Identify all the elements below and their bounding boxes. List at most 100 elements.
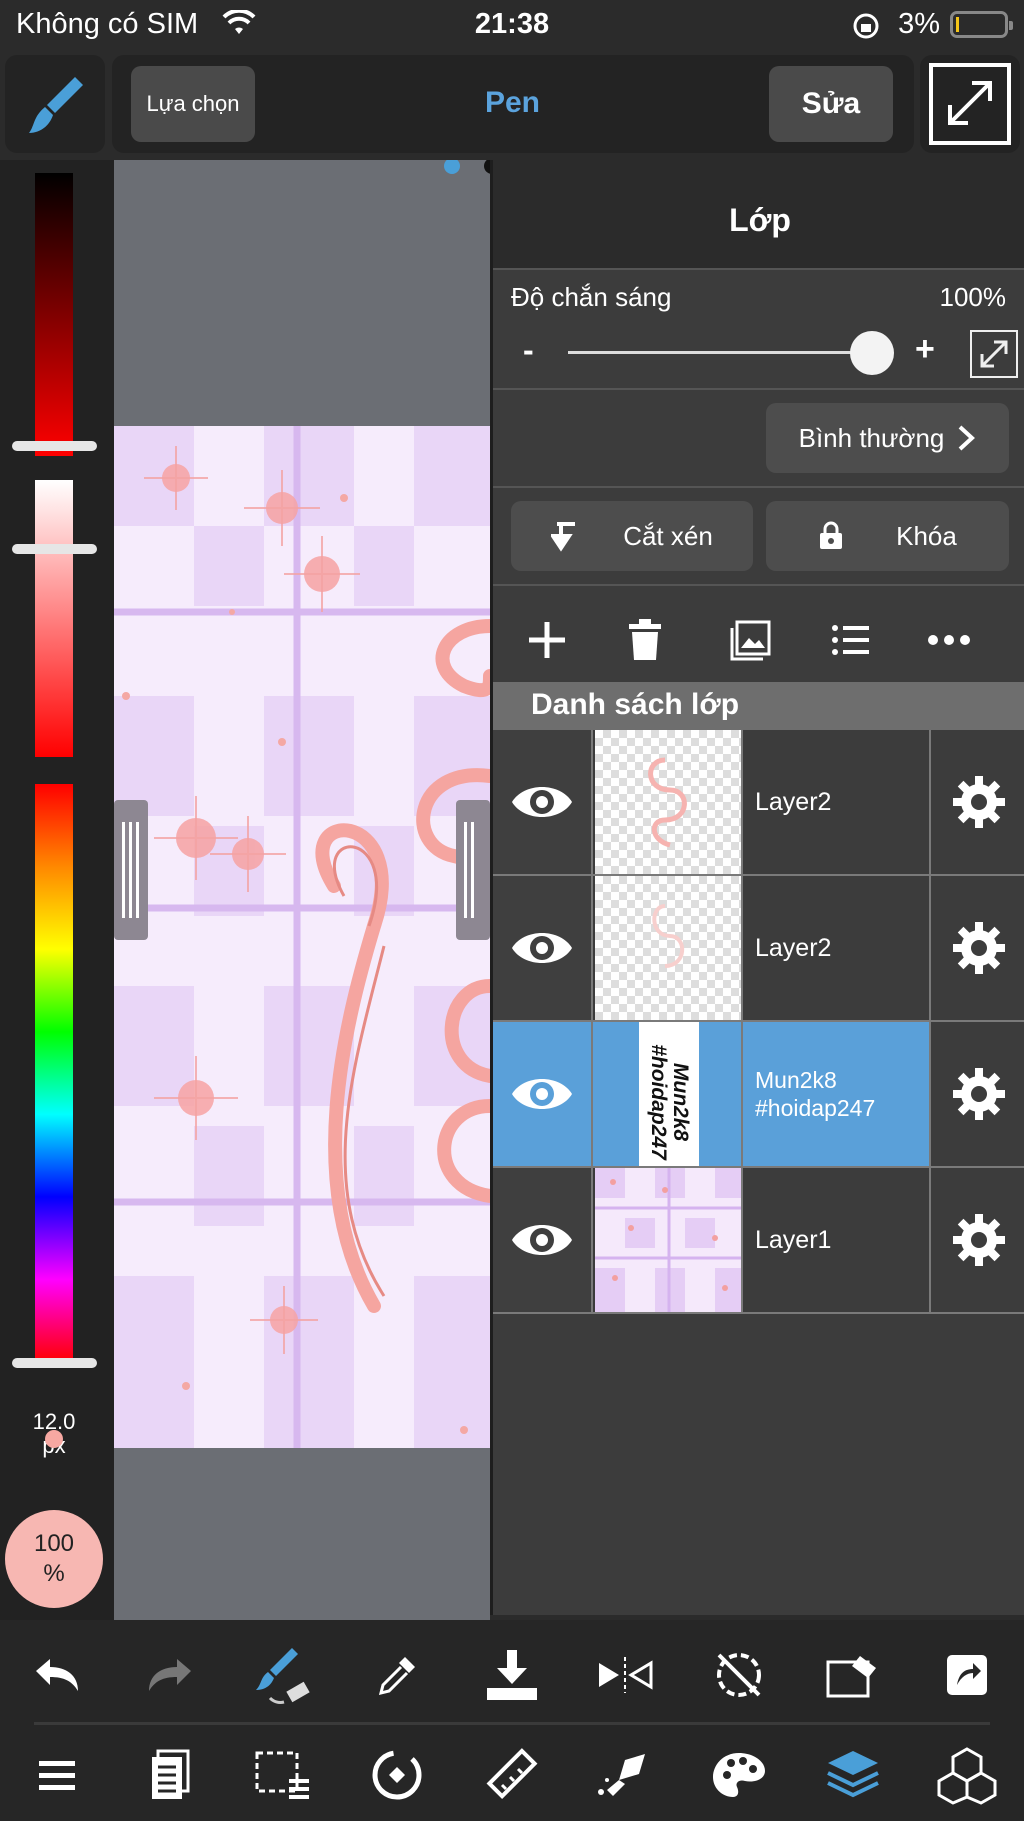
layer-thumbnail-art (648, 757, 687, 848)
share-button[interactable] (932, 1640, 1002, 1710)
delete-layer-button[interactable] (615, 610, 675, 670)
transform-icon (826, 1656, 876, 1698)
fill-button[interactable] (590, 1740, 660, 1810)
layer-thumbnail (595, 876, 743, 1020)
visibility-toggle[interactable] (493, 730, 593, 874)
visibility-toggle[interactable] (493, 1022, 593, 1166)
brush-opacity-value: 100 (33, 1530, 75, 1557)
rotation-lock-icon (853, 13, 879, 39)
brightness-handle[interactable] (12, 441, 97, 451)
fill-icon (598, 1754, 645, 1796)
rotate-reset-icon (717, 1653, 761, 1697)
saturation-slider[interactable] (35, 480, 73, 757)
save-button[interactable] (477, 1640, 547, 1710)
visibility-toggle[interactable] (493, 876, 593, 1020)
palette-button[interactable] (704, 1740, 774, 1810)
selection-icon (255, 1751, 309, 1799)
opacity-minus-button[interactable]: - (523, 332, 534, 369)
wifi-icon (222, 10, 256, 34)
artwork-canvas[interactable] (114, 426, 490, 1448)
hue-slider[interactable] (35, 784, 73, 1362)
edit-button[interactable]: Sửa (769, 66, 893, 142)
snap-icon (372, 1750, 422, 1800)
ruler-button[interactable] (477, 1740, 547, 1810)
selection-tool-button[interactable] (248, 1740, 318, 1810)
gear-icon (953, 1068, 1005, 1120)
plus-icon (529, 622, 565, 658)
eye-icon (512, 1225, 572, 1255)
list-icon (832, 625, 869, 655)
fullscreen-button[interactable] (920, 55, 1020, 153)
divider (493, 388, 1024, 390)
lock-icon (820, 521, 843, 549)
divider (493, 486, 1024, 488)
opacity-expand-button[interactable] (970, 330, 1018, 378)
eyedropper-button[interactable] (362, 1640, 432, 1710)
layer-thumbnail (595, 730, 743, 874)
layer-row-selected[interactable]: Mun2k8 #hoidap247 Mun2k8 #hoidap247 (493, 1022, 1024, 1168)
selection-button[interactable]: Lựa chọn (131, 66, 255, 142)
brush-icon (29, 77, 83, 133)
menu-button[interactable] (22, 1740, 92, 1810)
undo-button[interactable] (22, 1640, 92, 1710)
layer-settings-button[interactable] (929, 1022, 1024, 1166)
layer-settings-button[interactable] (929, 876, 1024, 1020)
opacity-slider-knob[interactable] (850, 331, 894, 375)
layer-settings-button[interactable] (929, 1168, 1024, 1312)
layers-button[interactable] (818, 1740, 888, 1810)
eyedropper-icon (378, 1657, 415, 1696)
brush-eraser-swap-icon (256, 1648, 310, 1704)
layer-row[interactable]: Layer1 (493, 1168, 1024, 1314)
layer-row[interactable]: Layer2 (493, 730, 1024, 876)
battery-icon (950, 11, 1013, 38)
more-options-button[interactable] (919, 610, 979, 670)
eye-icon (512, 933, 572, 963)
snap-button[interactable] (362, 1740, 432, 1810)
redo-button[interactable] (135, 1640, 205, 1710)
blend-mode-label: Bình thường (798, 422, 945, 453)
battery-label: 3% (898, 8, 940, 40)
rotate-reset-button[interactable] (704, 1640, 774, 1710)
gear-icon (953, 922, 1005, 974)
flip-horizontal-icon (599, 1657, 653, 1693)
layer-row[interactable]: Layer2 (493, 876, 1024, 1022)
brush-opacity-button[interactable]: 100 % (5, 1510, 103, 1608)
status-right: 3% (898, 8, 1013, 41)
expand-icon (929, 63, 1011, 145)
brush-tool-button[interactable] (5, 55, 105, 153)
brightness-slider[interactable] (35, 173, 73, 456)
layer-thumbnail: Mun2k8 #hoidap247 (595, 1022, 743, 1166)
pages-button[interactable] (135, 1740, 205, 1810)
menu-icon (39, 1761, 75, 1790)
layer-name: Layer2 (755, 787, 832, 816)
materials-button[interactable] (932, 1740, 1002, 1810)
left-panel-handle[interactable] (114, 800, 148, 940)
saturation-handle[interactable] (12, 544, 97, 554)
flip-horizontal-button[interactable] (590, 1640, 660, 1710)
blend-mode-button[interactable]: Bình thường (766, 403, 1009, 473)
layer-thumbnail-art (595, 1168, 741, 1312)
opacity-slider[interactable] (568, 351, 888, 354)
layer-image-button[interactable] (721, 610, 781, 670)
layer-panel-title: Lớp (729, 202, 791, 238)
eye-icon (512, 787, 572, 817)
opacity-value: 100% (939, 282, 1007, 312)
hue-handle[interactable] (12, 1358, 97, 1368)
layer-thumbnail (595, 1168, 743, 1312)
visibility-toggle[interactable] (493, 1168, 593, 1312)
brush-eraser-swap-button[interactable] (248, 1640, 318, 1710)
color-panel (0, 160, 114, 1620)
redo-icon (149, 1659, 191, 1691)
lock-button[interactable]: Khóa (766, 501, 1009, 571)
more-icon (928, 635, 970, 645)
canvas-area[interactable] (114, 160, 490, 1620)
tool-title[interactable]: Pen (420, 86, 605, 120)
layer-list-button[interactable] (821, 610, 881, 670)
right-panel-handle[interactable] (456, 800, 490, 940)
add-layer-button[interactable] (517, 610, 577, 670)
layer-settings-button[interactable] (929, 730, 1024, 874)
thumbnail-text-line1: Mun2k8 (669, 1062, 692, 1142)
transform-button[interactable] (818, 1640, 888, 1710)
clipping-button[interactable]: Cắt xén (511, 501, 753, 571)
opacity-plus-button[interactable]: + (915, 330, 935, 369)
